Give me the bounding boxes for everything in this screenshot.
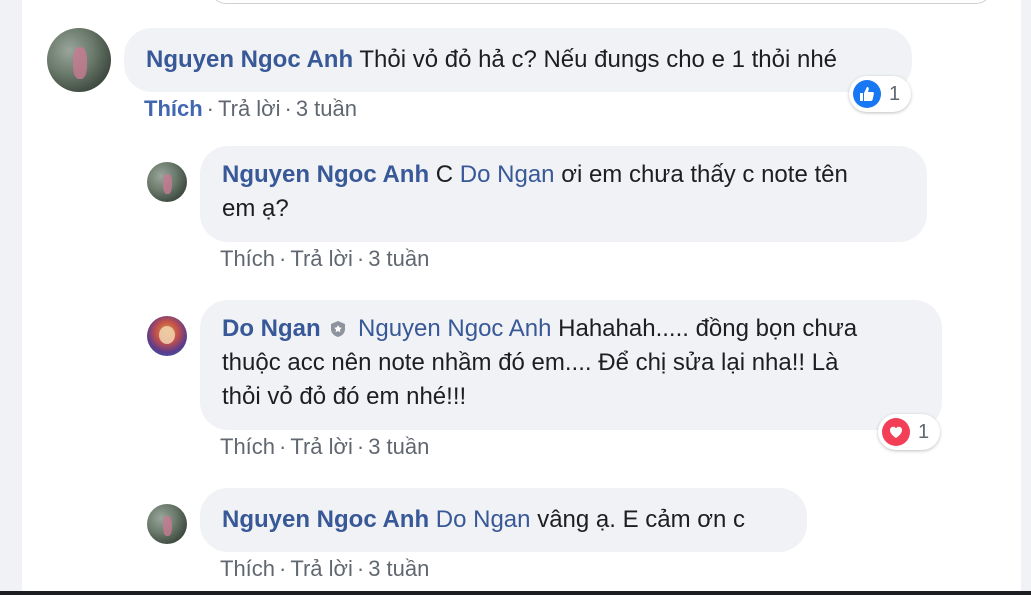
- comment-text: Thỏi vỏ đỏ hả c? Nếu đungs cho e 1 thỏi …: [359, 46, 838, 73]
- mention-link[interactable]: Nguyen Ngoc Anh: [358, 315, 551, 342]
- timestamp[interactable]: 3 tuần: [296, 96, 357, 121]
- comment-bubble: Nguyen Ngoc Anh Thỏi vỏ đỏ hả c? Nếu đun…: [124, 28, 912, 92]
- window-bottom-border: [0, 591, 1031, 595]
- timestamp[interactable]: 3 tuần: [368, 556, 429, 581]
- comment-line: em ạ?: [222, 195, 289, 222]
- comment-line: Nguyen Ngoc Anh C Do Ngan ơi em chưa thấ…: [222, 161, 848, 188]
- avatar[interactable]: [147, 162, 187, 202]
- comment-actions: Thích · Trả lời · 3 tuần: [220, 434, 430, 459]
- comment-actions: Thích · Trả lời · 3 tuần: [144, 96, 357, 121]
- like-link[interactable]: Thích: [220, 246, 275, 271]
- comment-actions: Thích · Trả lời · 3 tuần: [220, 556, 430, 581]
- reply-link[interactable]: Trả lời: [290, 434, 353, 459]
- reaction-count: 1: [889, 82, 901, 105]
- reply-link[interactable]: Trả lời: [290, 246, 353, 271]
- avatar[interactable]: [147, 504, 187, 544]
- comment-bubble: Nguyen Ngoc Anh C Do Ngan ơi em chưa thấ…: [200, 146, 927, 242]
- reaction-count: 1: [918, 420, 930, 443]
- avatar[interactable]: [147, 316, 187, 356]
- timestamp[interactable]: 3 tuần: [368, 434, 429, 459]
- mention-link[interactable]: Do Ngan: [436, 506, 531, 533]
- comment-author[interactable]: Do Ngan: [222, 315, 321, 342]
- comment-bubble: Nguyen Ngoc Anh Do Ngan vâng ạ. E cảm ơn…: [200, 488, 807, 552]
- shield-badge-icon: [331, 321, 346, 337]
- reaction-count-badge[interactable]: 1: [878, 414, 940, 450]
- like-link[interactable]: Thích: [144, 96, 203, 121]
- reply-link[interactable]: Trả lời: [218, 96, 281, 121]
- left-gutter: [0, 0, 22, 595]
- comment-line: thuộc acc nên note nhầm đó em.... Để chị…: [222, 349, 839, 376]
- avatar[interactable]: [47, 28, 111, 92]
- like-reaction-icon: [853, 80, 881, 108]
- comment-bubble: Do Ngan Nguyen Ngoc Anh Hahahah..... đồn…: [200, 300, 942, 430]
- comment-actions: Thích · Trả lời · 3 tuần: [220, 246, 430, 271]
- comment-line: thỏi vỏ đỏ đó em nhé!!!: [222, 383, 467, 410]
- love-reaction-icon: [882, 418, 910, 446]
- timestamp[interactable]: 3 tuần: [368, 246, 429, 271]
- like-link[interactable]: Thích: [220, 556, 275, 581]
- mention-link[interactable]: Do Ngan: [460, 161, 555, 188]
- comment-author[interactable]: Nguyen Ngoc Anh: [146, 46, 353, 73]
- reaction-count-badge[interactable]: 1: [849, 76, 911, 112]
- right-gutter: [1021, 0, 1031, 595]
- comment-line: Do Ngan Nguyen Ngoc Anh Hahahah..... đồn…: [222, 315, 858, 342]
- reply-link[interactable]: Trả lời: [290, 556, 353, 581]
- comment-author[interactable]: Nguyen Ngoc Anh: [222, 161, 429, 188]
- like-link[interactable]: Thích: [220, 434, 275, 459]
- comment-author[interactable]: Nguyen Ngoc Anh: [222, 506, 429, 533]
- comment-input-edge[interactable]: [210, 0, 992, 4]
